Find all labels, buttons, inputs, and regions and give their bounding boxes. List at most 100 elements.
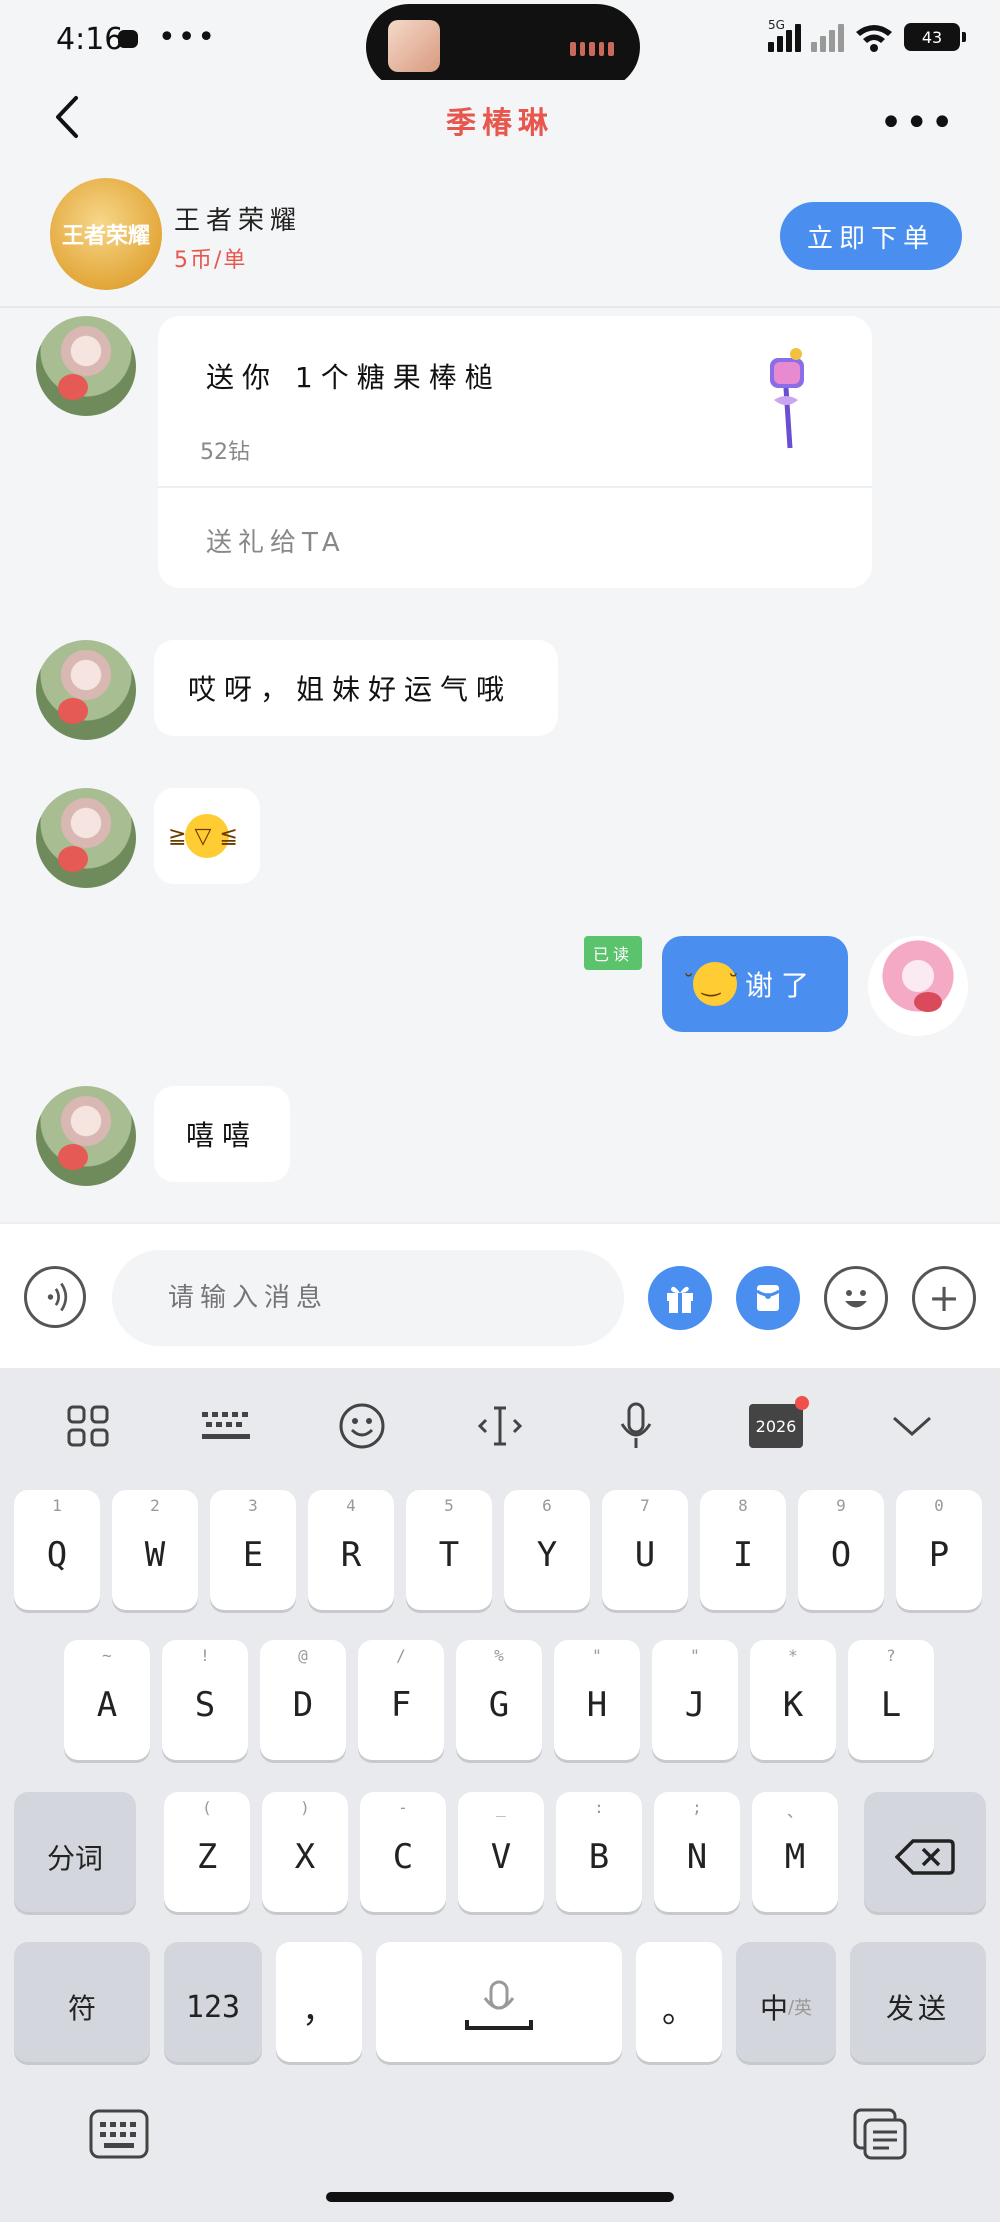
message-bubble: 嘻嘻 — [154, 1086, 290, 1182]
key-h[interactable]: " H — [554, 1640, 640, 1760]
game-price: 5币/单 — [174, 248, 248, 273]
key-q[interactable]: 1Q — [14, 1490, 100, 1610]
cursor-icon[interactable] — [472, 1398, 528, 1454]
message-bubble: ≧▽≦ — [154, 788, 260, 884]
contact-avatar[interactable] — [36, 1086, 136, 1186]
clipboard-icon[interactable] — [846, 2104, 916, 2164]
key-n[interactable]: ; N — [654, 1792, 740, 1912]
message-input-bar: + — [0, 1222, 1000, 1368]
send-label: 发送 — [885, 1992, 950, 2025]
send-gift-link[interactable]: 送礼给TA — [206, 522, 346, 559]
apps-grid-icon[interactable] — [60, 1398, 116, 1454]
key-u[interactable]: 7U — [602, 1490, 688, 1610]
symbols-key[interactable]: 符 — [14, 1942, 150, 2062]
more-actions-button[interactable]: + — [912, 1266, 976, 1330]
game-logo-text: 王者荣耀 — [61, 224, 150, 249]
key-o[interactable]: 9O — [798, 1490, 884, 1610]
key-d[interactable]: @ D — [260, 1640, 346, 1760]
key-label: Q — [46, 1535, 68, 1575]
language-switch-key[interactable]: 中 / 英 — [736, 1942, 836, 2062]
smirk-emoji-icon: ˘‿˘ — [683, 962, 739, 1006]
key-x[interactable]: ) X — [262, 1792, 348, 1912]
laughing-emoji-icon: ≧▽≦ — [168, 814, 238, 858]
comma-key[interactable]: ， — [276, 1942, 362, 2062]
calendar-2026-icon[interactable]: 2026 — [744, 1396, 809, 1454]
key-label: X — [294, 1837, 316, 1877]
send-key[interactable]: 发送 — [850, 1942, 986, 2062]
gift-divider — [158, 486, 872, 488]
key-t[interactable]: 5T — [406, 1490, 492, 1610]
message-input[interactable] — [112, 1250, 624, 1346]
key-b[interactable]: :B — [556, 1792, 642, 1912]
keyboard-layout-icon[interactable] — [198, 1398, 254, 1454]
key-v[interactable]: _ V — [458, 1792, 544, 1912]
key-w[interactable]: 2W — [112, 1490, 198, 1610]
service-card: 王者荣耀 王者荣耀 5币/单 立即下单 — [0, 170, 1000, 308]
calendar-year: 2026 — [755, 1416, 797, 1436]
more-status-icon: ••• — [158, 20, 218, 55]
key-label: I — [732, 1535, 754, 1575]
key-label: P — [928, 1535, 950, 1575]
key-l[interactable]: ? L — [848, 1640, 934, 1760]
voice-input-icon[interactable] — [24, 1266, 86, 1328]
key-f[interactable]: / F — [358, 1640, 444, 1760]
network-type-label: 5G — [768, 18, 785, 32]
contact-avatar[interactable] — [36, 788, 136, 888]
gift-button[interactable] — [648, 1266, 712, 1330]
key-label: M — [784, 1837, 806, 1877]
key-r[interactable]: 4R — [308, 1490, 394, 1610]
key-j[interactable]: " J — [652, 1640, 738, 1760]
key-label: O — [830, 1535, 852, 1575]
chat-header: 季椿琳 ••• — [0, 80, 1000, 170]
order-now-button[interactable]: 立即下单 — [780, 202, 962, 270]
red-packet-button[interactable] — [736, 1266, 800, 1330]
key-label: F — [390, 1685, 412, 1725]
key-label: V — [490, 1837, 512, 1877]
key-c[interactable]: -C — [360, 1792, 446, 1912]
period-key[interactable]: 。 — [636, 1942, 722, 2062]
message-text: 哎呀，姐妹好运气哦 — [188, 673, 513, 706]
emoji-keyboard-icon[interactable] — [334, 1398, 390, 1454]
key-label: Y — [536, 1535, 558, 1575]
key-y[interactable]: 6Y — [504, 1490, 590, 1610]
contact-avatar[interactable] — [36, 316, 136, 416]
wifi-icon — [856, 25, 892, 52]
key-p[interactable]: 0P — [896, 1490, 982, 1610]
microphone-icon[interactable] — [608, 1398, 664, 1454]
my-avatar[interactable] — [868, 936, 968, 1036]
key-a[interactable]: ~ A — [64, 1640, 150, 1760]
key-label: U — [634, 1535, 656, 1575]
key-label: G — [488, 1685, 510, 1725]
key-label: Z — [196, 1837, 218, 1877]
key-s[interactable]: ! S — [162, 1640, 248, 1760]
key-g[interactable]: % G — [456, 1640, 542, 1760]
message-text: 嘻嘻 — [185, 1119, 258, 1152]
home-indicator[interactable] — [326, 2192, 674, 2202]
dynamic-island[interactable] — [366, 4, 640, 90]
space-key[interactable] — [376, 1942, 622, 2062]
plus-icon: + — [928, 1276, 960, 1320]
numbers-key[interactable]: 123 — [164, 1942, 262, 2062]
game-name: 王者荣耀 — [174, 206, 303, 236]
backspace-key[interactable] — [864, 1792, 986, 1912]
key-z[interactable]: (Z — [164, 1792, 250, 1912]
key-label: W — [144, 1535, 166, 1575]
candy-hammer-icon — [770, 348, 804, 449]
key-m[interactable]: 、 M — [752, 1792, 838, 1912]
symbols-label: 符 — [67, 1992, 96, 2025]
key-i[interactable]: 8I — [700, 1490, 786, 1610]
key-label: R — [340, 1535, 362, 1575]
key-label: J — [684, 1685, 706, 1725]
key-label: B — [588, 1837, 610, 1877]
more-options-icon[interactable]: ••• — [879, 100, 956, 146]
comma-label: ， — [302, 1990, 336, 2031]
collapse-keyboard-icon[interactable] — [884, 1398, 940, 1454]
chat-title: 季椿琳 — [446, 106, 554, 141]
contact-avatar[interactable] — [36, 640, 136, 740]
emoji-button[interactable] — [824, 1266, 888, 1330]
key-k[interactable]: * K — [750, 1640, 836, 1760]
fenci-key[interactable]: 分词 — [14, 1792, 136, 1912]
gift-message-card[interactable]: 送你 1个糖果棒槌 52钻 送礼给TA — [158, 316, 872, 588]
key-e[interactable]: 3E — [210, 1490, 296, 1610]
switch-keyboard-icon[interactable] — [84, 2104, 154, 2164]
